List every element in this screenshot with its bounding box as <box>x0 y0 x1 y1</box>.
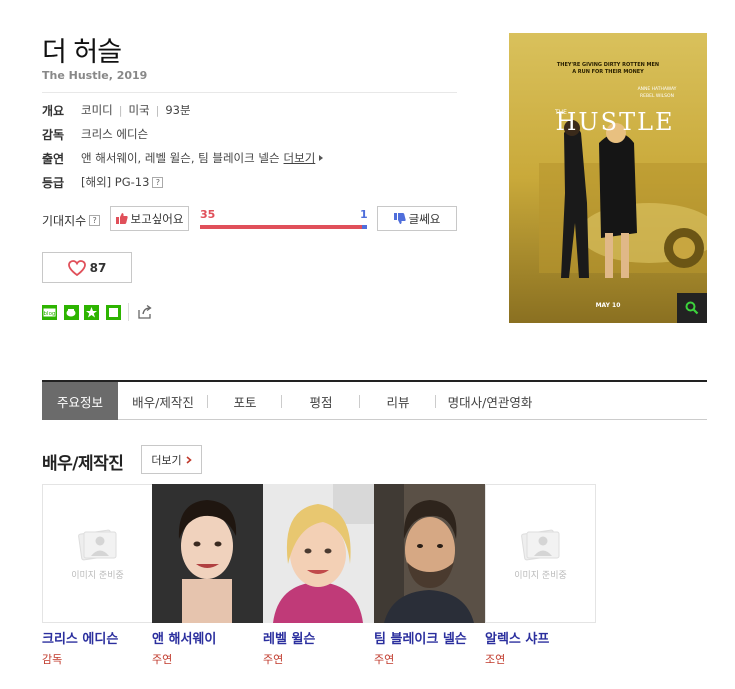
cast-name-link[interactable]: 앤 해서웨이 <box>152 628 262 647</box>
director-label: 감독 <box>42 128 65 142</box>
cast-role: 조연 <box>485 653 506 666</box>
overview-label: 개요 <box>42 104 65 118</box>
rating-text: [해외] PG-13 <box>81 175 150 189</box>
cafe-icon[interactable] <box>64 305 79 320</box>
share-icon[interactable] <box>137 304 152 319</box>
separator: | <box>155 103 160 117</box>
tab-rating[interactable]: 평점 <box>282 382 360 420</box>
like-count: 87 <box>89 260 107 275</box>
country-link[interactable]: 미국 <box>128 102 149 118</box>
expectation-bar-not <box>362 225 367 229</box>
thumbs-down-icon <box>393 213 406 224</box>
separator: | <box>118 103 123 117</box>
rating-value: [해외] PG-13 ? <box>81 174 164 190</box>
tab-bar: 주요정보 배우/제작진 포토 평점 리뷰 명대사/연관영화 <box>42 380 707 420</box>
want-to-see-button[interactable]: 보고싶어요 <box>110 206 189 231</box>
cast-name-link[interactable]: 팀 블레이크 넬슨 <box>374 628 484 647</box>
help-icon[interactable]: ? <box>89 215 101 226</box>
no-image-placeholder: 이미지 준비중 <box>42 484 153 623</box>
poster-title: HUSTLE <box>555 108 674 136</box>
cast-photo[interactable] <box>374 484 485 623</box>
tab-photo[interactable]: 포토 <box>208 382 282 420</box>
cast-photo[interactable] <box>263 484 374 623</box>
director-link[interactable]: 크리스 에디슨 <box>81 126 148 142</box>
person-placeholder-icon <box>520 529 559 561</box>
help-icon[interactable]: ? <box>152 176 164 188</box>
blog-text: blog <box>44 311 56 317</box>
expectation-label: 기대지수 <box>42 214 87 228</box>
not-sure-button[interactable]: 글쎄요 <box>377 206 457 231</box>
cast-role: 주연 <box>374 653 395 666</box>
runtime: 93분 <box>165 103 191 117</box>
search-icon <box>685 301 699 315</box>
tab-main-info[interactable]: 주요정보 <box>42 382 118 420</box>
poster-star-1: ANNE HATHAWAY <box>638 86 677 92</box>
rating-label: 등급 <box>42 176 65 190</box>
section-title: 배우/제작진 <box>42 454 124 474</box>
poster-date: MAY 10 <box>596 302 621 309</box>
no-image-placeholder: 이미지 준비중 <box>485 484 596 623</box>
cast-role: 주연 <box>152 653 173 666</box>
arrow-right-icon <box>319 155 324 161</box>
divider <box>42 92 457 93</box>
cast-role: 감독 <box>42 653 63 666</box>
movie-title: 더 허슬 <box>42 37 122 68</box>
person-placeholder-icon <box>77 529 116 561</box>
poster-tagline-2: A RUN FOR THEIR MONEY <box>572 69 644 75</box>
thumbs-up-icon <box>115 213 128 224</box>
expectation-bar-want <box>200 225 367 229</box>
cast-more-link[interactable]: 더보기 <box>284 150 316 166</box>
tab-quotes-related[interactable]: 명대사/연관영화 <box>436 382 544 420</box>
more-button-label: 더보기 <box>151 453 182 467</box>
cast-value: 앤 해서웨이, 레벨 윌슨, 팀 블레이크 넬슨 더보기 <box>81 150 324 166</box>
cast-name-link[interactable]: 크리스 에디슨 <box>42 628 152 647</box>
not-button-label: 글쎄요 <box>408 211 441 226</box>
director-value: 크리스 에디슨 <box>81 126 148 142</box>
like-button[interactable]: 87 <box>42 252 132 283</box>
memo-icon[interactable] <box>106 305 121 320</box>
heart-icon <box>67 259 86 276</box>
poster-tagline-1: THEY'RE GIVING DIRTY ROTTEN MEN <box>557 62 659 68</box>
cast-photo[interactable]: 이미지 준비중 <box>485 484 596 623</box>
genre-link[interactable]: 코미디 <box>81 102 113 118</box>
cast-label: 출연 <box>42 152 65 166</box>
zoom-button[interactable] <box>677 293 707 323</box>
blog-icon[interactable]: blog <box>42 305 57 320</box>
cast-name-link[interactable]: 알렉스 샤프 <box>485 628 595 647</box>
expectation-label-wrap: 기대지수 ? <box>42 212 101 229</box>
movie-subtitle: The Hustle, 2019 <box>42 69 148 82</box>
cast-photo[interactable]: 이미지 준비중 <box>42 484 153 623</box>
overview-value: 코미디 | 미국 | 93분 <box>81 102 191 118</box>
bookmark-star-icon[interactable] <box>84 305 99 320</box>
cast-name-link[interactable]: 레벨 윌슨 <box>263 628 373 647</box>
poster-star-2: REBEL WILSON <box>640 93 674 99</box>
cast-photo[interactable] <box>152 484 263 623</box>
not-count: 1 <box>360 208 368 221</box>
divider <box>128 303 129 321</box>
cast-links[interactable]: 앤 해서웨이, 레벨 윌슨, 팀 블레이크 넬슨 <box>81 150 280 166</box>
no-image-text: 이미지 준비중 <box>71 571 124 581</box>
cast-role: 주연 <box>263 653 284 666</box>
want-button-label: 보고싶어요 <box>130 211 184 226</box>
want-count: 35 <box>200 208 216 221</box>
chevron-right-icon <box>186 455 192 464</box>
movie-poster[interactable]: THEY'RE GIVING DIRTY ROTTEN MEN A RUN FO… <box>509 33 707 323</box>
tab-cast-crew[interactable]: 배우/제작진 <box>118 382 208 420</box>
cast-more-button[interactable]: 더보기 <box>141 445 202 474</box>
no-image-text: 이미지 준비중 <box>514 571 567 581</box>
tab-review[interactable]: 리뷰 <box>360 382 436 420</box>
